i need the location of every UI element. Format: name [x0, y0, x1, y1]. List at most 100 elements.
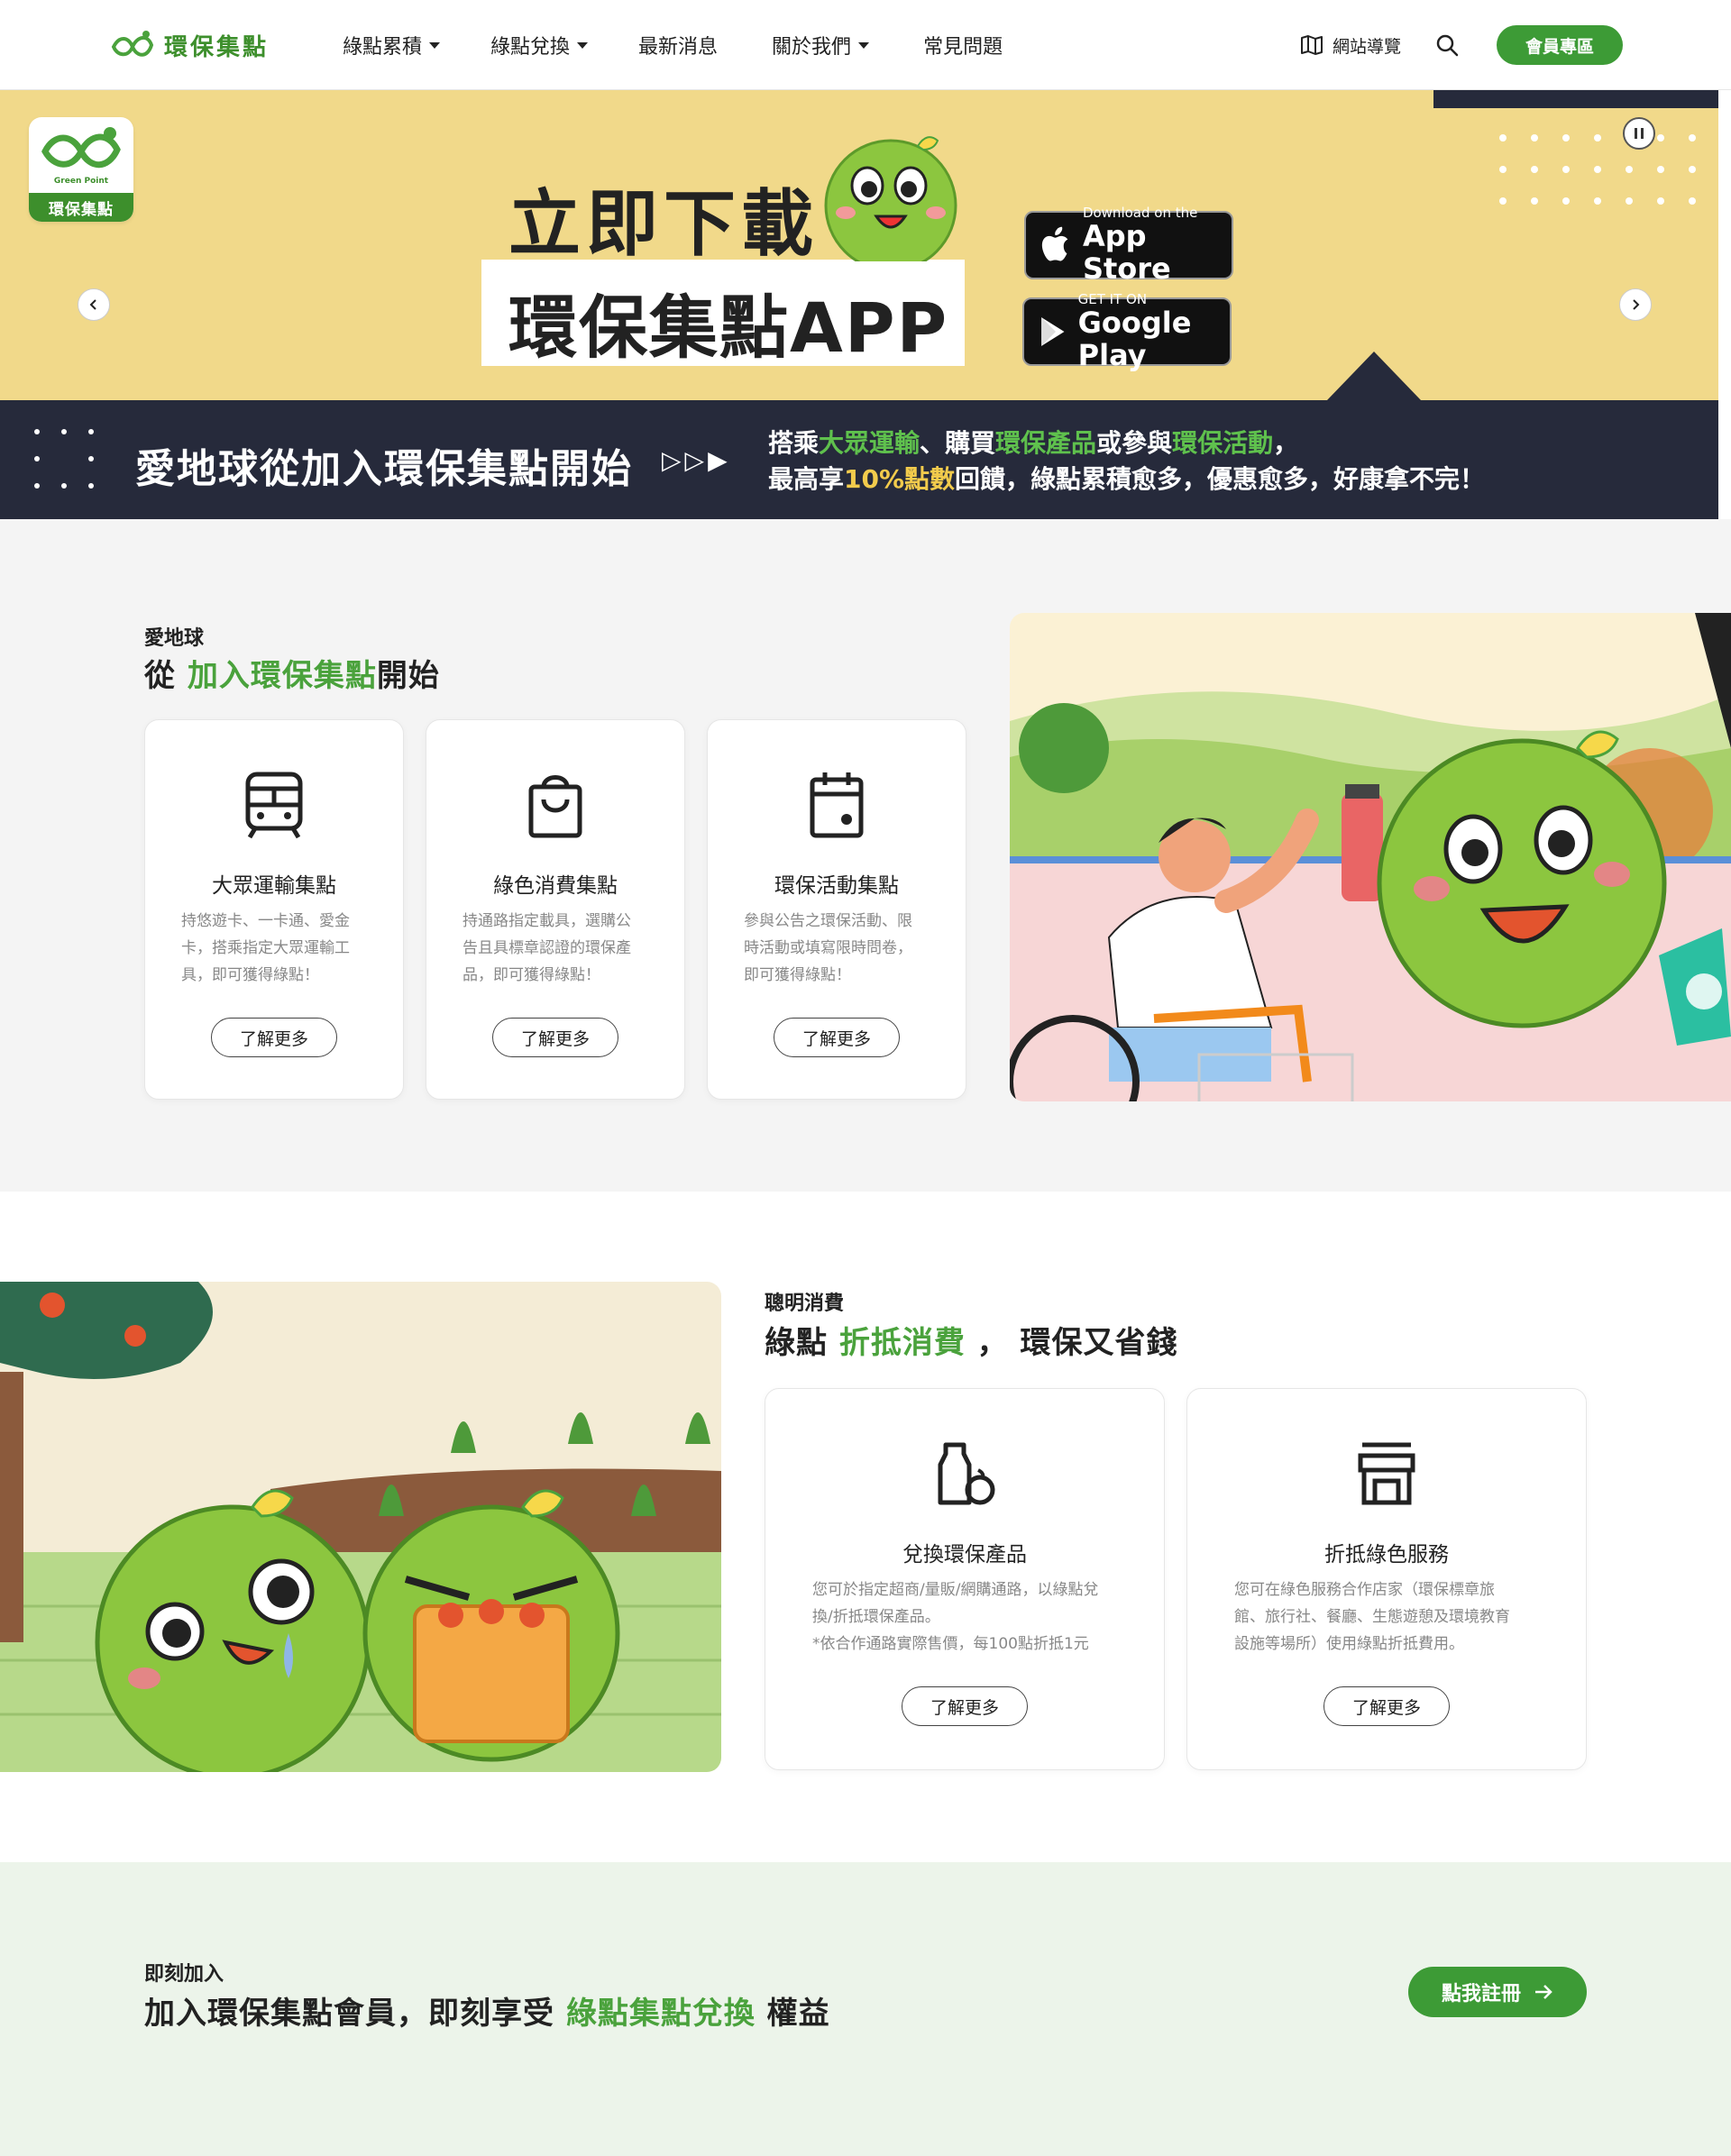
learn-more-button[interactable]: 了解更多	[1323, 1686, 1450, 1726]
slogan-description: 搭乘大眾運輸、購買環保產品或參與環保活動， 最高享10%點數回饋，綠點累積愈多，…	[768, 425, 1485, 498]
arrow-right-icon	[1535, 1985, 1552, 1999]
nav-item-earn-points[interactable]: 綠點累積	[343, 0, 441, 90]
nav-label: 綠點累積	[343, 36, 423, 59]
cycling-mascot-illustration	[1010, 613, 1731, 1101]
illustration-image	[0, 1282, 721, 1772]
apple-icon	[1041, 226, 1068, 261]
learn-more-button[interactable]: 了解更多	[902, 1686, 1028, 1726]
eco-products-icon	[938, 1442, 995, 1505]
slogan-text: 最高享	[768, 464, 845, 494]
google-play-caption: GET IT ON	[1077, 291, 1148, 307]
learn-more-button[interactable]: 了解更多	[211, 1018, 337, 1057]
desc-line: 持通路指定載具，選購公	[463, 912, 631, 930]
section-eyebrow: 愛地球	[144, 627, 205, 650]
green-point-logo-icon	[111, 31, 154, 57]
brand-name: 環保集點	[164, 33, 270, 61]
heading-highlight: 綠點集點兌換	[565, 1996, 756, 2032]
nav-item-news[interactable]: 最新消息	[638, 0, 718, 90]
register-button[interactable]: 點我註冊	[1408, 1967, 1587, 2017]
pause-icon	[1635, 128, 1644, 139]
search-button[interactable]	[1433, 32, 1461, 59]
main-nav: 綠點累積 綠點兌換 最新消息 關於我們 常見問題	[343, 0, 1003, 90]
desc-line: 持悠遊卡、一卡通、愛金	[181, 912, 350, 930]
section-eyebrow: 聰明消費	[765, 1293, 845, 1315]
farm-mascots-illustration	[0, 1282, 721, 1772]
site-logo[interactable]: 環保集點	[110, 27, 269, 63]
member-area-button[interactable]: 會員專區	[1497, 25, 1623, 65]
shopping-bag-icon	[528, 775, 582, 838]
desc-line: 告且具標章認證的環保產	[463, 939, 631, 957]
desc-line: 館、旅行社、餐廳、生態遊憩及環境教育	[1234, 1608, 1510, 1626]
card-title: 環保活動集點	[774, 874, 899, 898]
nav-label: 關於我們	[772, 36, 852, 59]
card-redeem-eco-products: 兌換環保產品 您可於指定超商/量販/網購通路，以綠點兌 換/折抵環保產品。 *依…	[765, 1388, 1165, 1770]
carousel-pause-button[interactable]	[1623, 117, 1655, 150]
google-play-button[interactable]: GET IT ON Google Play	[1022, 292, 1232, 371]
caret-down-icon	[429, 41, 441, 49]
nav-item-about[interactable]: 關於我們	[772, 0, 870, 90]
map-icon	[1300, 35, 1323, 55]
desc-line: 具，即可獲得綠點！	[181, 966, 319, 984]
desc-line: 卡，搭乘指定大眾運輸工	[181, 939, 350, 957]
google-play-label: Google Play	[1077, 306, 1192, 372]
card-title: 兌換環保產品	[902, 1543, 1027, 1567]
desc-line: 設施等場所）使用綠點折抵費用。	[1234, 1635, 1464, 1653]
learn-more-button[interactable]: 了解更多	[774, 1018, 900, 1057]
store-icon	[1358, 1442, 1415, 1505]
slogan-highlight: 10%點數	[844, 464, 956, 494]
slogan-title: 愛地球從加入環保集點開始	[135, 446, 633, 492]
banner-headline: 立即下載	[508, 182, 819, 266]
heading-highlight: 加入環保集點	[187, 658, 377, 694]
section-heading: 從 加入環保集點開始	[144, 651, 440, 695]
desc-line: 參與公告之環保活動、限	[744, 912, 912, 930]
nav-label: 最新消息	[638, 36, 719, 59]
desc-line: 您可在綠色服務合作店家（環保標章旅	[1234, 1581, 1495, 1599]
slogan-text: 回饋，綠點累積愈多，優惠愈多，好康拿不完！	[955, 464, 1486, 494]
header-actions: 網站導覽 會員專區	[1300, 0, 1623, 90]
heading-highlight: 折抵消費	[838, 1325, 966, 1361]
card-description: 持悠遊卡、一卡通、愛金 卡，搭乘指定大眾運輸工 具，即可獲得綠點！	[181, 908, 350, 989]
play-arrows-icon: ▷▷▶	[662, 445, 731, 475]
slogan-bar: 愛地球從加入環保集點開始 ▷▷▶ 搭乘大眾運輸、購買環保產品或參與環保活動， 最…	[0, 400, 1718, 519]
card-description: 您可於指定超商/量販/網購通路，以綠點兌 換/折抵環保產品。 *依合作通路實際售…	[812, 1576, 1098, 1658]
illustration-image	[1010, 613, 1731, 1101]
join-section: 即刻加入 加入環保集點會員，即刻享受 綠點集點兌換 權益 點我註冊	[0, 1862, 1731, 2156]
mascot-illustration	[824, 136, 957, 261]
card-title: 綠色消費集點	[493, 874, 618, 898]
slogan-text: ，	[1273, 428, 1299, 458]
nav-item-redeem-points[interactable]: 綠點兌換	[490, 0, 589, 90]
card-eco-activities: 環保活動集點 參與公告之環保活動、限 時活動或填寫限時問卷， 即可獲得綠點！ 了…	[707, 719, 966, 1100]
chevron-left-icon	[89, 299, 96, 310]
desc-line: 換/折抵環保產品。	[812, 1608, 940, 1626]
caret-down-icon	[858, 41, 870, 49]
banner-triangle-decoration	[1327, 352, 1421, 400]
desc-line: 您可於指定超商/量販/網購通路，以綠點兌	[812, 1581, 1099, 1599]
decorative-dots	[34, 429, 94, 489]
app-store-label: App Store	[1082, 219, 1171, 286]
app-logo: Green Point 環保集點	[29, 117, 133, 222]
heading-text: 權益	[755, 1996, 830, 2032]
logo-caption: Green Point	[53, 177, 109, 186]
app-store-button[interactable]: Download on the App Store	[1024, 206, 1233, 285]
hero-banner: Green Point 環保集點 立即下載 環保集點APP Download o…	[0, 90, 1718, 400]
carousel-next-button[interactable]	[1619, 288, 1652, 321]
slogan-line-1: 搭乘大眾運輸、購買環保產品或參與環保活動，	[768, 425, 1485, 461]
learn-more-button[interactable]: 了解更多	[492, 1018, 618, 1057]
card-title: 大眾運輸集點	[212, 874, 336, 898]
sitemap-link[interactable]: 網站導覽	[1300, 33, 1401, 58]
green-point-logo-icon	[41, 127, 121, 169]
banner-top-strip	[1433, 90, 1718, 108]
train-icon	[245, 772, 303, 839]
slogan-line-2: 最高享10%點數回饋，綠點累積愈多，優惠愈多，好康拿不完！	[768, 461, 1485, 498]
section-heading: 綠點 折抵消費 ， 環保又省錢	[765, 1318, 1178, 1362]
nav-label: 綠點兌換	[490, 36, 571, 59]
carousel-prev-button[interactable]	[78, 288, 110, 321]
site-header: 環保集點 綠點累積 綠點兌換 最新消息 關於我們 常見問題 網站導覽 會員專區	[0, 0, 1731, 90]
logo-label: 環保集點	[29, 193, 133, 222]
card-description: 您可在綠色服務合作店家（環保標章旅 館、旅行社、餐廳、生態遊憩及環境教育 設施等…	[1234, 1576, 1510, 1658]
card-description: 參與公告之環保活動、限 時活動或填寫限時問卷， 即可獲得綠點！	[744, 908, 912, 989]
chevron-right-icon	[1633, 299, 1640, 310]
slogan-highlight: 環保產品	[995, 428, 1097, 458]
card-title: 折抵綠色服務	[1324, 1543, 1449, 1567]
nav-item-faq[interactable]: 常見問題	[923, 0, 1003, 90]
